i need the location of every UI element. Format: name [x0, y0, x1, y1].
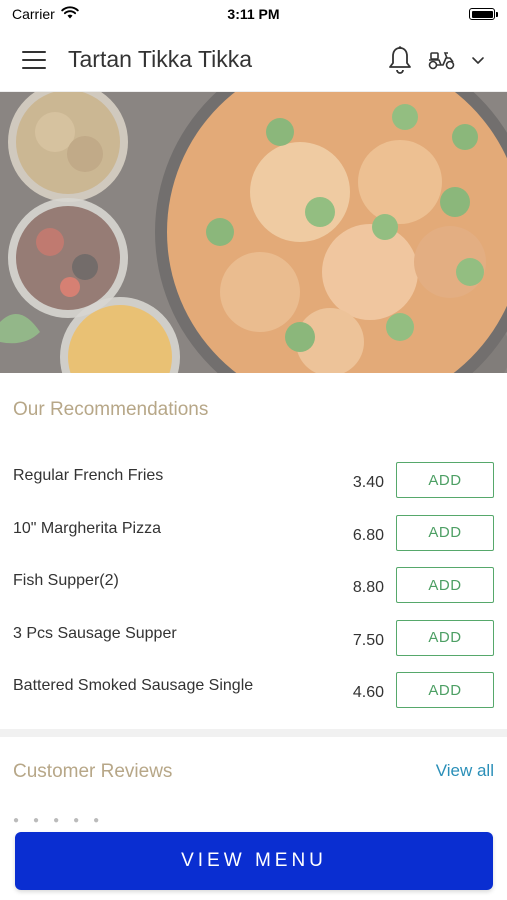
- chevron-down-icon[interactable]: [471, 55, 485, 65]
- list-item: 10" Margherita Pizza 6.80 ADD: [0, 514, 507, 567]
- add-button[interactable]: ADD: [396, 514, 494, 551]
- view-menu-button[interactable]: VIEW MENU: [15, 832, 493, 890]
- hero-image: [0, 92, 507, 373]
- wifi-icon: [61, 6, 79, 22]
- item-name: Battered Smoked Sausage Single: [13, 677, 254, 694]
- item-price: 8.80: [352, 579, 384, 596]
- rating-stars-icon: ●●●●●: [13, 815, 114, 826]
- item-name: 3 Pcs Sausage Supper: [13, 624, 177, 642]
- app-header: Tartan Tikka Tikka: [0, 28, 507, 92]
- list-item: Fish Supper(2) 8.80 ADD: [0, 566, 507, 619]
- menu-icon[interactable]: [22, 50, 46, 69]
- item-name: Regular French Fries: [13, 467, 164, 484]
- page-title: Tartan Tikka Tikka: [68, 46, 253, 72]
- add-button[interactable]: ADD: [396, 672, 494, 708]
- item-price: 3.40: [352, 474, 384, 491]
- add-button[interactable]: ADD: [396, 462, 494, 498]
- list-item: Regular French Fries 3.40 ADD: [0, 461, 507, 514]
- recommendations-list: Regular French Fries 3.40 ADD 10" Marghe…: [0, 461, 507, 724]
- recommendations-section: Our Recommendations Regular French Fries…: [0, 373, 507, 729]
- add-button[interactable]: ADD: [396, 619, 494, 656]
- bell-icon[interactable]: [387, 45, 413, 75]
- status-bar: Carrier 3:11 PM: [0, 0, 507, 28]
- list-item: 3 Pcs Sausage Supper 7.50 ADD: [0, 619, 507, 672]
- carrier-label: Carrier: [12, 6, 55, 22]
- section-divider: [0, 729, 507, 737]
- recommendations-heading: Our Recommendations: [13, 399, 209, 420]
- battery-icon: [469, 8, 498, 20]
- status-left: Carrier: [12, 6, 79, 22]
- add-button[interactable]: ADD: [396, 567, 494, 603]
- item-price: 4.60: [352, 684, 384, 701]
- item-name: Fish Supper(2): [13, 572, 119, 589]
- item-price: 7.50: [352, 631, 384, 649]
- header-actions: [387, 45, 485, 75]
- item-price: 6.80: [352, 526, 384, 544]
- view-all-link[interactable]: View all: [436, 761, 494, 781]
- scooter-icon[interactable]: [427, 49, 457, 71]
- reviews-heading: Customer Reviews: [13, 761, 173, 782]
- list-item: Battered Smoked Sausage Single 4.60 ADD: [0, 671, 507, 724]
- item-name: 10" Margherita Pizza: [13, 519, 161, 537]
